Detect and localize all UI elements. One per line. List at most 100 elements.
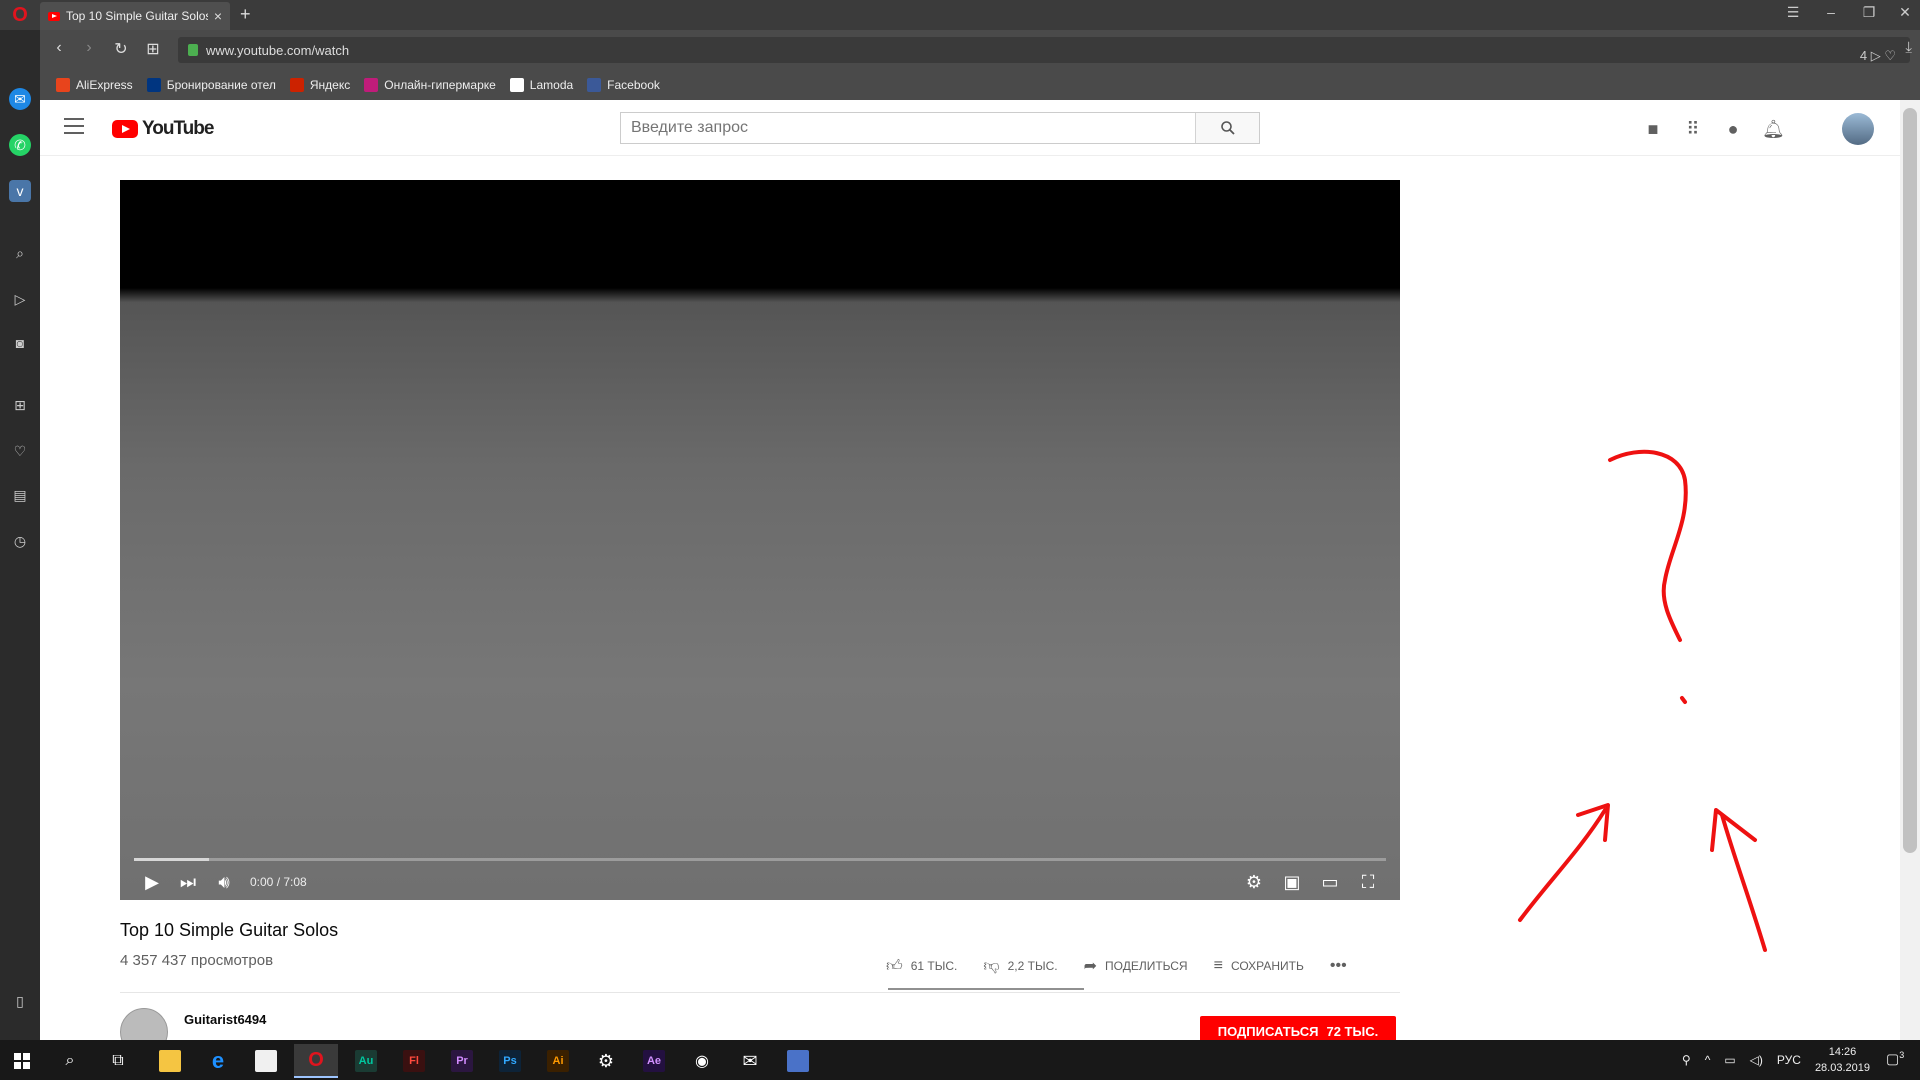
search-magnifier-icon — [1220, 121, 1235, 135]
opera-taskbar-icon[interactable]: O — [294, 1044, 338, 1078]
account-avatar[interactable] — [1842, 113, 1874, 145]
tray-expand-icon[interactable]: ^ — [1705, 1053, 1711, 1067]
lamoda-icon — [509, 78, 524, 92]
task-view-icon[interactable]: ⧉ — [96, 1044, 140, 1078]
search-icon[interactable]: ⌕ — [9, 242, 31, 264]
tab-close-button[interactable]: × — [214, 8, 222, 24]
discord-icon[interactable]: ◉ — [680, 1044, 724, 1078]
bookmark-lamoda[interactable]: Lamoda — [509, 78, 573, 92]
address-bar-area: ‹ › ↻ ⊞ www.youtube.com/watch 4 ▷ ♡ ⤓ — [40, 30, 1920, 70]
page-scrollbar[interactable] — [1900, 100, 1920, 1040]
theater-mode-icon[interactable]: ▭ — [1312, 872, 1348, 893]
after-effects-icon[interactable]: Ae — [632, 1044, 676, 1078]
search-button[interactable] — [1195, 113, 1259, 143]
opera-menu-icon[interactable]: O — [6, 4, 34, 28]
hypermarket-icon — [364, 78, 379, 92]
play-icon[interactable]: ▶ — [134, 872, 170, 893]
channel-avatar[interactable] — [120, 1008, 168, 1040]
video-player[interactable]: ▶ ⏭︎ 🔊︎ 0:00 / 7:08 ⚙ ▣ ▭ ⛶ — [120, 180, 1400, 900]
bookmark-booking[interactable]: Бронирование отел — [146, 78, 276, 92]
bookmark-hypermarket[interactable]: Онлайн-гипермарке — [364, 78, 496, 92]
new-tab-button[interactable]: + — [240, 4, 251, 25]
playlist-add-icon: ≡ — [1213, 957, 1223, 974]
bookmark-facebook[interactable]: Facebook — [587, 78, 660, 92]
scroll-thumb[interactable] — [1903, 108, 1917, 853]
mail-icon[interactable]: ✉ — [728, 1044, 772, 1078]
bookmark-heart-icon[interactable]: ♡ — [1884, 48, 1896, 63]
steam-icon[interactable]: ⚙ — [584, 1044, 628, 1078]
speed-dial-sidebar-icon[interactable]: ⊞ — [9, 394, 31, 416]
audition-icon[interactable]: Au — [344, 1044, 388, 1078]
url-field[interactable]: www.youtube.com/watch 4 ▷ ♡ — [178, 37, 1910, 63]
tab-menu-icon[interactable]: ☰ — [1778, 4, 1808, 21]
share-button[interactable]: ➦ ПОДЕЛИТЬСЯ — [1084, 956, 1188, 976]
action-center-icon[interactable]: ▢3 — [1886, 1050, 1908, 1070]
notepad-icon[interactable] — [776, 1044, 820, 1078]
fullscreen-icon[interactable]: ⛶ — [1350, 872, 1386, 893]
share-arrow-icon: ➦ — [1083, 958, 1097, 975]
url-text: www.youtube.com/watch — [206, 42, 350, 58]
store-icon[interactable] — [244, 1044, 288, 1078]
progress-bar[interactable] — [134, 858, 1386, 861]
snap-icon[interactable]: ▷ — [1871, 48, 1881, 63]
youtube-logo[interactable]: YouTube — [112, 118, 214, 140]
aliexpress-icon — [56, 78, 70, 92]
start-windows-icon[interactable] — [0, 1044, 44, 1078]
notifications-bell-icon[interactable]: 🔔︎ — [1762, 118, 1785, 140]
settings-gear-icon[interactable]: ⚙ — [1236, 872, 1272, 893]
flash-icon[interactable]: Fl — [392, 1044, 436, 1078]
adblock-count[interactable]: 4 — [1860, 48, 1867, 63]
flow-send-icon[interactable]: ▷ — [9, 288, 31, 310]
create-video-icon[interactable]: ■ — [1642, 118, 1664, 140]
messenger-icon[interactable]: ✉ — [9, 88, 31, 110]
close-window-button[interactable]: ✕ — [1890, 4, 1920, 21]
logo-text: YouTube — [142, 118, 214, 139]
next-icon[interactable]: ⏭︎ — [170, 872, 206, 893]
vk-icon[interactable]: v — [9, 180, 31, 202]
reload-button[interactable]: ↻ — [110, 39, 132, 59]
forward-button[interactable]: › — [78, 39, 100, 57]
bookmark-aliexpress[interactable]: AliExpress — [56, 78, 133, 92]
time-display: 0:00 / 7:08 — [250, 875, 307, 889]
hand-drawn-annotation — [1518, 449, 1767, 952]
right-arrow-head — [1710, 808, 1757, 852]
premiere-icon[interactable]: Pr — [440, 1044, 484, 1078]
volume-tray-icon[interactable]: ◁) — [1750, 1053, 1763, 1067]
history-clock-icon[interactable]: ◷ — [9, 530, 31, 552]
search-input[interactable] — [621, 113, 1195, 143]
camera-icon[interactable]: ◙ — [9, 332, 31, 354]
miniplayer-icon[interactable]: ▣ — [1274, 872, 1310, 893]
subscribe-button[interactable]: ПОДПИСАТЬСЯ 72 ТЫС. — [1200, 1016, 1396, 1040]
sidebar-toggle-icon[interactable]: ▯ — [9, 990, 31, 1012]
bookmarks-heart-icon[interactable]: ♡ — [9, 440, 31, 462]
yandex-icon — [289, 78, 304, 92]
whatsapp-icon[interactable]: ✆ — [9, 134, 31, 156]
save-button[interactable]: ≡ СОХРАНИТЬ — [1214, 957, 1304, 975]
network-icon[interactable]: ▭ — [1724, 1053, 1735, 1067]
volume-icon[interactable]: 🔊︎ — [206, 872, 242, 893]
more-actions-button[interactable]: ••• — [1330, 957, 1347, 975]
like-button[interactable]: 👍︎ 61 ТЫС. — [886, 957, 957, 976]
news-icon[interactable]: ▤ — [9, 484, 31, 506]
messages-icon[interactable]: ● — [1722, 118, 1744, 140]
dislike-button[interactable]: 👎︎ 2,2 ТЫС. — [983, 957, 1057, 976]
speed-dial-icon[interactable]: ⊞ — [142, 39, 164, 59]
language-indicator[interactable]: РУС — [1777, 1053, 1801, 1067]
restore-button[interactable]: ❐ — [1854, 4, 1884, 21]
minimize-button[interactable]: – — [1816, 4, 1846, 20]
search-taskbar-icon[interactable]: ⌕ — [48, 1044, 92, 1078]
search-box — [620, 112, 1260, 144]
back-button[interactable]: ‹ — [48, 39, 70, 57]
file-explorer-icon[interactable] — [148, 1044, 192, 1078]
download-icon[interactable]: ⤓ — [1905, 39, 1912, 56]
clock[interactable]: 14:26 28.03.2019 — [1815, 1044, 1870, 1076]
bookmark-yandex[interactable]: Яндекс — [289, 78, 350, 92]
photoshop-icon[interactable]: Ps — [488, 1044, 532, 1078]
edge-icon[interactable]: e — [196, 1044, 240, 1078]
apps-grid-icon[interactable]: ⠿ — [1682, 118, 1704, 140]
people-icon[interactable]: ⚲ — [1682, 1053, 1691, 1067]
tab-youtube[interactable]: Top 10 Simple Guitar Solos × — [40, 2, 230, 30]
guide-menu-icon[interactable] — [64, 118, 84, 134]
illustrator-icon[interactable]: Ai — [536, 1044, 580, 1078]
channel-name[interactable]: Guitarist6494 — [184, 1012, 266, 1027]
